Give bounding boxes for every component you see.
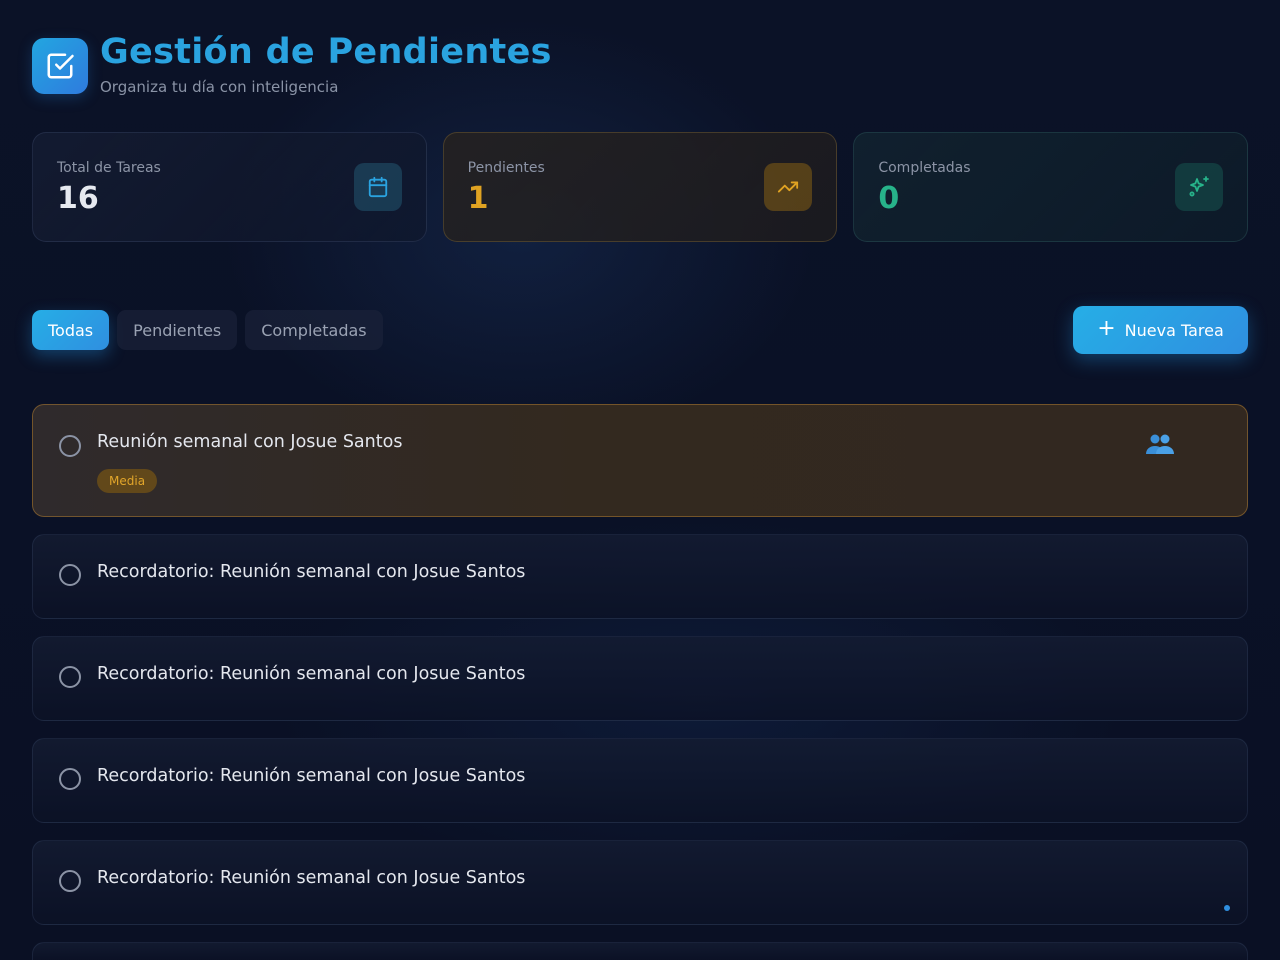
stat-value: 0 [878,181,900,216]
task-title: Recordatorio: Reunión semanal con Josue … [97,766,526,786]
stat-value: 1 [467,181,489,216]
task-item[interactable]: Recordatorio: Reunión semanal con Josue … [32,840,1248,925]
plus-icon: + [1097,316,1116,341]
task-title: Recordatorio: Reunión semanal con Josue … [97,664,526,684]
task-title: Recordatorio: Reunión semanal con Josue … [97,868,526,888]
task-title: Recordatorio: Reunión semanal con Josue … [97,562,526,582]
priority-badge: Media [97,469,158,493]
task-checkbox[interactable] [59,435,81,457]
status-dot [1224,905,1230,911]
stat-card-total: Total de Tareas 16 [32,132,427,242]
filter-pending-tab[interactable]: Pendientes [117,310,238,350]
page-header: Gestión de Pendientes Organiza tu día co… [32,32,552,96]
stat-card-pending: Pendientes 1 [442,132,838,242]
checkbox-edit-icon [32,38,88,94]
task-checkbox[interactable] [59,870,81,892]
task-item[interactable]: Recordatorio: Reunión semanal con Josue … [32,738,1248,823]
stat-card-completed: Completadas 0 [853,132,1249,242]
people-icon [1145,433,1175,461]
task-item[interactable]: Recordatorio: Reunión semanal con Josue … [32,534,1248,619]
task-item[interactable]: Recordatorio: Reunión semanal con Josue … [32,636,1248,721]
page-subtitle: Organiza tu día con inteligencia [100,78,339,96]
filter-completed-tab[interactable]: Completadas [245,310,383,350]
page-title: Gestión de Pendientes [100,32,552,72]
task-item[interactable] [32,942,1248,960]
filter-tabs: Todas Pendientes Completadas [32,310,383,350]
task-item[interactable]: Reunión semanal con Josue Santos Media [32,404,1248,517]
stat-label: Pendientes [467,160,545,176]
app-page: Gestión de Pendientes Organiza tu día co… [0,0,1280,960]
task-checkbox[interactable] [59,564,81,586]
filter-all-tab[interactable]: Todas [32,310,110,350]
trending-up-icon [764,163,813,211]
stat-label: Completadas [878,160,971,176]
title-block: Gestión de Pendientes Organiza tu día co… [100,32,552,96]
stat-value: 16 [57,181,99,216]
new-task-button[interactable]: + Nueva Tarea [1073,306,1248,354]
task-title: Reunión semanal con Josue Santos [97,432,403,452]
stat-label: Total de Tareas [57,160,161,176]
stats-row: Total de Tareas 16 Pendientes 1 Completa… [32,132,1249,242]
task-checkbox[interactable] [59,768,81,790]
new-task-label: Nueva Tarea [1124,320,1224,340]
task-checkbox[interactable] [59,666,81,688]
sparkles-icon [1175,163,1224,211]
calendar-icon [353,163,402,211]
